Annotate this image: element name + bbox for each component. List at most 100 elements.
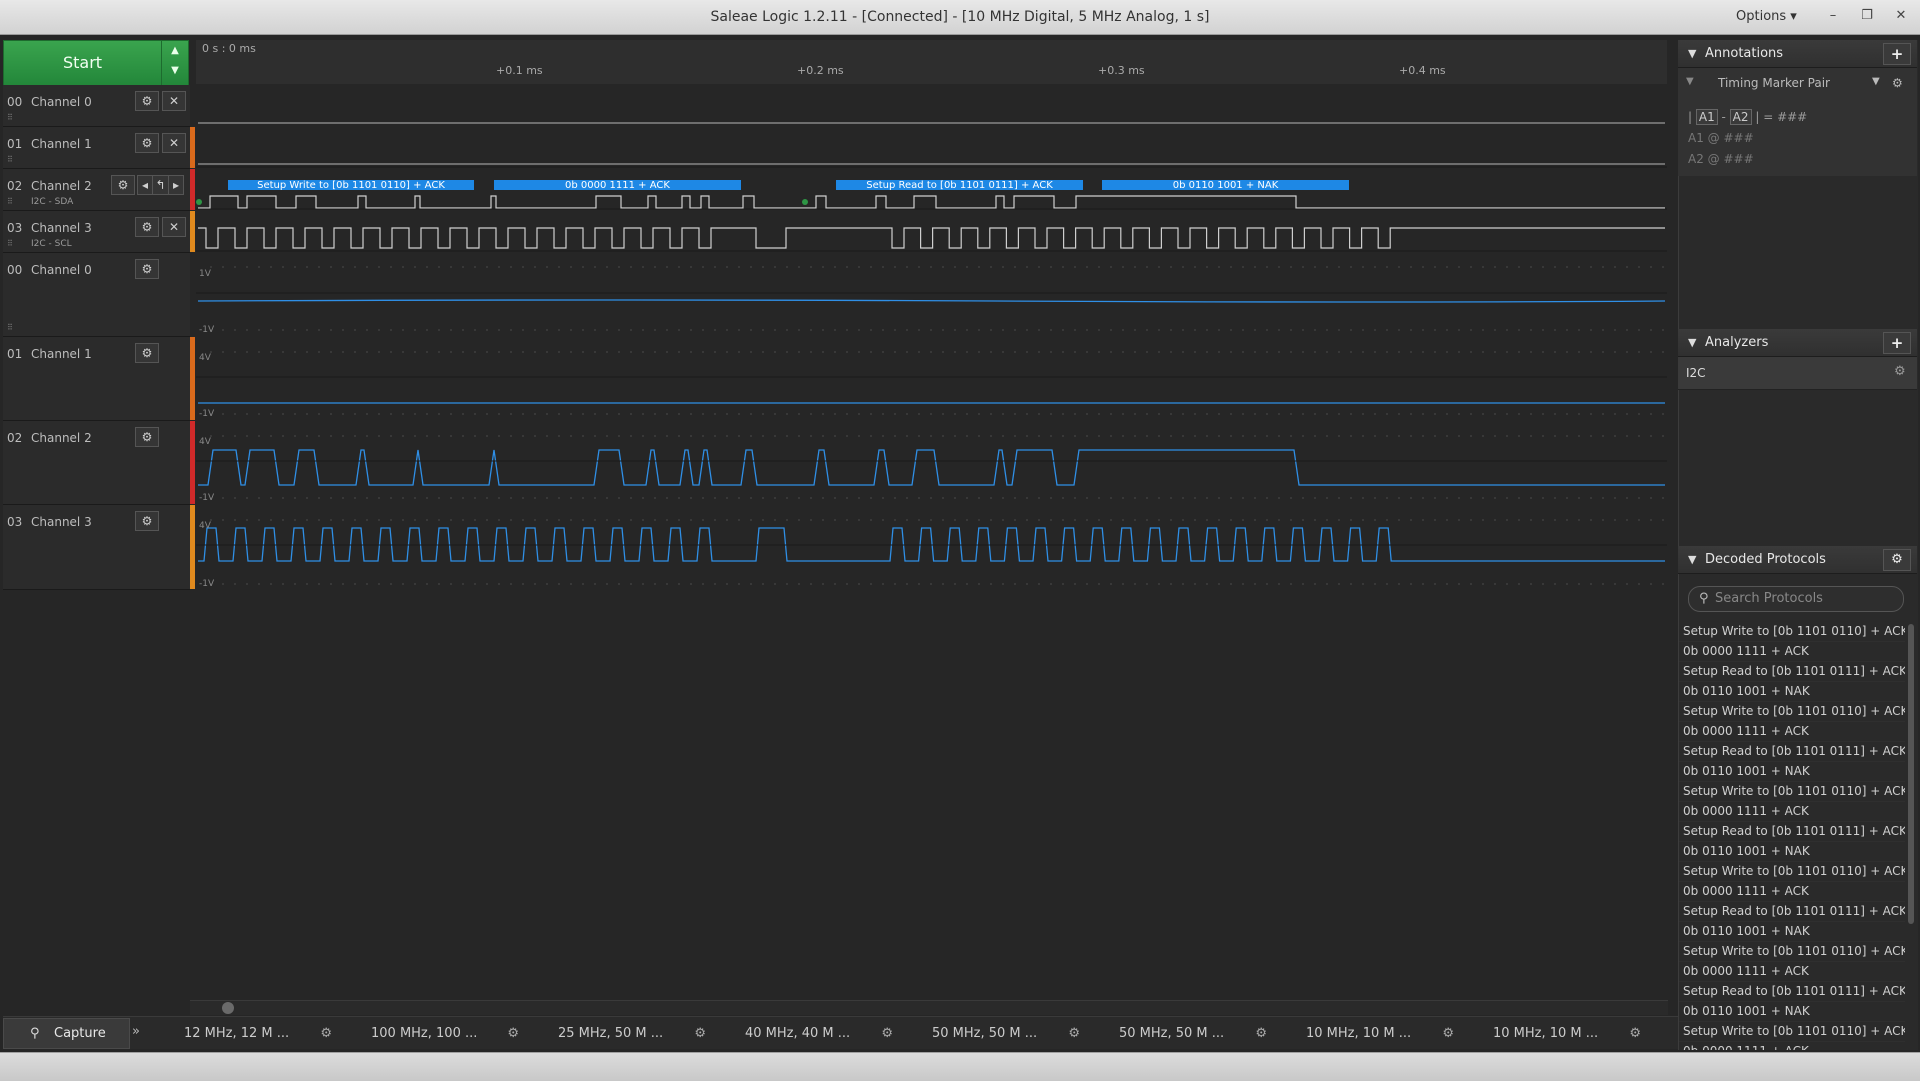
session-tab[interactable]: 10 MHz, 10 M ... ⚙ (1467, 1022, 1647, 1046)
session-settings-gear-icon[interactable]: ⚙ (694, 1022, 706, 1046)
trigger-edge-icon[interactable]: ↰ (152, 175, 169, 195)
decoded-protocol-item[interactable]: Setup Write to [0b 1101 0110] + ACK (1679, 702, 1905, 722)
channel-name[interactable]: Channel 0 (31, 263, 92, 277)
start-button[interactable]: Start (3, 40, 162, 86)
channel-row-digital-1[interactable]: 01 Channel 1 ⠿ ⚙ ✕ (3, 127, 190, 169)
session-settings-gear-icon[interactable]: ⚙ (881, 1022, 893, 1046)
close-window-button[interactable]: ✕ (1890, 6, 1912, 26)
decoded-protocol-item[interactable]: Setup Write to [0b 1101 0110] + ACK (1679, 622, 1905, 642)
decoded-protocol-item[interactable]: 0b 0000 1111 + ACK (1679, 802, 1905, 822)
channel-settings-gear-icon[interactable]: ⚙ (135, 343, 159, 363)
drag-grip-icon[interactable]: ⠿ (7, 197, 13, 206)
start-options[interactable]: ▲ ▼ (161, 40, 189, 86)
minimize-button[interactable]: – (1822, 6, 1844, 26)
session-settings-gear-icon[interactable]: ⚙ (507, 1022, 519, 1046)
add-annotation-button[interactable]: + (1883, 43, 1911, 65)
channel-settings-gear-icon[interactable]: ⚙ (135, 259, 159, 279)
channel-name[interactable]: Channel 0 (31, 95, 92, 109)
prev-edge-icon[interactable]: ◂ (137, 175, 153, 195)
decoded-protocol-item[interactable]: 0b 0000 1111 + ACK (1679, 962, 1905, 982)
channel-settings-gear-icon[interactable]: ⚙ (135, 511, 159, 531)
decoded-protocols-list[interactable]: Setup Write to [0b 1101 0110] + ACK 0b 00… (1679, 622, 1905, 1050)
up-arrow-icon[interactable]: ▲ (162, 41, 188, 61)
session-tab[interactable]: 25 MHz, 50 M ... ⚙ (532, 1022, 712, 1046)
decoded-protocol-item[interactable]: 0b 0110 1001 + NAK (1679, 762, 1905, 782)
decoded-protocol-item[interactable]: 0b 0000 1111 + ACK (1679, 882, 1905, 902)
decoded-protocol-item[interactable]: 0b 0110 1001 + NAK (1679, 922, 1905, 942)
add-analyzer-button[interactable]: + (1883, 332, 1911, 354)
session-settings-gear-icon[interactable]: ⚙ (320, 1022, 332, 1046)
channel-name[interactable]: Channel 2 (31, 431, 92, 445)
analyzer-settings-gear-icon[interactable]: ⚙ (1894, 364, 1906, 379)
channel-row-analog-1[interactable]: 01 Channel 1 ⚙ (3, 337, 190, 421)
empty-plot-area[interactable] (196, 590, 1667, 998)
channel-row-analog-0[interactable]: 00 Channel 0 ⠿ ⚙ (3, 253, 190, 337)
channel-name[interactable]: Channel 1 (31, 137, 92, 151)
search-protocols-input[interactable]: ⚲ Search Protocols (1688, 586, 1904, 612)
channel-settings-gear-icon[interactable]: ⚙ (135, 217, 159, 237)
channel-row-digital-0[interactable]: 00 Channel 0 ⠿ ⚙ ✕ (3, 85, 190, 127)
channel-row-analog-3[interactable]: 03 Channel 3 ⚙ (3, 505, 190, 590)
collapse-triangle-icon[interactable]: ▼ (1688, 329, 1696, 356)
decoded-protocol-item[interactable]: Setup Read to [0b 1101 0111] + ACK (1679, 902, 1905, 922)
down-arrow-icon[interactable]: ▼ (162, 61, 188, 81)
decoded-protocol-item[interactable]: Setup Read to [0b 1101 0111] + ACK (1679, 822, 1905, 842)
decoded-protocol-item[interactable]: 0b 0110 1001 + NAK (1679, 842, 1905, 862)
channel-settings-gear-icon[interactable]: ⚙ (135, 133, 159, 153)
decoded-protocol-item[interactable]: 0b 0000 1111 + ACK (1679, 642, 1905, 662)
collapse-triangle-icon[interactable]: ▼ (1688, 546, 1696, 573)
marker-a2-chip[interactable]: A2 (1729, 109, 1752, 125)
session-tab[interactable]: 40 MHz, 40 M ... ⚙ (719, 1022, 899, 1046)
decoded-protocol-item[interactable]: 0b 0110 1001 + NAK (1679, 682, 1905, 702)
decoded-protocol-item[interactable]: Setup Read to [0b 1101 0111] + ACK (1679, 982, 1905, 1002)
annotations-header[interactable]: ▼ Annotations + (1678, 40, 1917, 68)
decoded-list-scrollbar[interactable] (1907, 622, 1915, 1050)
decoded-protocol-item[interactable]: Setup Write to [0b 1101 0110] + ACK (1679, 1022, 1905, 1042)
options-menu[interactable]: Options ▾ (1736, 9, 1797, 24)
channel-name[interactable]: Channel 1 (31, 347, 92, 361)
session-tab[interactable]: 10 MHz, 10 M ... ⚙ (1280, 1022, 1460, 1046)
dropdown-icon[interactable]: ▼ (1872, 76, 1880, 87)
channel-name[interactable]: Channel 3 (31, 515, 92, 529)
scroll-thumb[interactable] (222, 1002, 234, 1014)
decoded-protocol-item[interactable]: Setup Write to [0b 1101 0110] + ACK (1679, 782, 1905, 802)
next-edge-icon[interactable]: ▸ (168, 175, 184, 195)
drag-grip-icon[interactable]: ⠿ (7, 323, 13, 332)
channel-settings-gear-icon[interactable]: ⚙ (135, 91, 159, 111)
session-settings-gear-icon[interactable]: ⚙ (1442, 1022, 1454, 1046)
decoded-protocol-item[interactable]: Setup Write to [0b 1101 0110] + ACK (1679, 862, 1905, 882)
session-tab[interactable]: 12 MHz, 12 M ... ⚙ (158, 1022, 338, 1046)
session-settings-gear-icon[interactable]: ⚙ (1629, 1022, 1641, 1046)
channel-settings-gear-icon[interactable]: ⚙ (111, 175, 135, 195)
annotation-settings-gear-icon[interactable]: ⚙ (1892, 76, 1903, 90)
session-tab[interactable]: 50 MHz, 50 M ... ⚙ (906, 1022, 1086, 1046)
restore-button[interactable]: ❐ (1856, 6, 1878, 26)
decoded-protocols-settings-gear-icon[interactable]: ⚙ (1883, 549, 1911, 571)
decoded-protocol-item[interactable]: 0b 0000 1111 + ACK (1679, 1042, 1905, 1050)
marker-a1-chip[interactable]: A1 (1695, 109, 1718, 125)
analyzer-item[interactable]: I2C ⚙ (1678, 357, 1917, 390)
decoded-protocol-item[interactable]: Setup Read to [0b 1101 0111] + ACK (1679, 742, 1905, 762)
session-settings-gear-icon[interactable]: ⚙ (1255, 1022, 1267, 1046)
session-tab[interactable]: 50 MHz, 50 M ... ⚙ (1093, 1022, 1273, 1046)
scroll-thumb[interactable] (1908, 624, 1914, 924)
drag-grip-icon[interactable]: ⠿ (7, 155, 13, 164)
capture-tab[interactable]: ⚲ Capture (3, 1018, 130, 1049)
channel-row-digital-3[interactable]: 03 Channel 3 I2C - SCL ⠿ ⚙ ✕ (3, 211, 190, 253)
collapse-triangle-icon[interactable]: ▼ (1688, 40, 1696, 67)
more-tabs-chevron-icon[interactable]: » (132, 1024, 140, 1039)
session-settings-gear-icon[interactable]: ⚙ (1068, 1022, 1080, 1046)
drag-grip-icon[interactable]: ⠿ (7, 239, 13, 248)
horizontal-scrollbar[interactable] (190, 1000, 1668, 1015)
channel-row-digital-2[interactable]: 02 Channel 2 I2C - SDA ⠿ ⚙ ◂ ↰ ▸ (3, 169, 190, 211)
channel-remove-close-icon[interactable]: ✕ (162, 133, 186, 153)
channel-settings-gear-icon[interactable]: ⚙ (135, 427, 159, 447)
analyzers-header[interactable]: ▼ Analyzers + (1678, 329, 1917, 357)
decoded-protocols-header[interactable]: ▼ Decoded Protocols ⚙ (1678, 546, 1917, 574)
channel-name[interactable]: Channel 2 (31, 179, 92, 193)
drag-grip-icon[interactable]: ⠿ (7, 113, 13, 122)
channel-row-analog-2[interactable]: 02 Channel 2 ⚙ (3, 421, 190, 505)
decoded-protocol-item[interactable]: 0b 0110 1001 + NAK (1679, 1002, 1905, 1022)
decoded-protocol-item[interactable]: Setup Write to [0b 1101 0110] + ACK (1679, 942, 1905, 962)
channel-remove-close-icon[interactable]: ✕ (162, 91, 186, 111)
